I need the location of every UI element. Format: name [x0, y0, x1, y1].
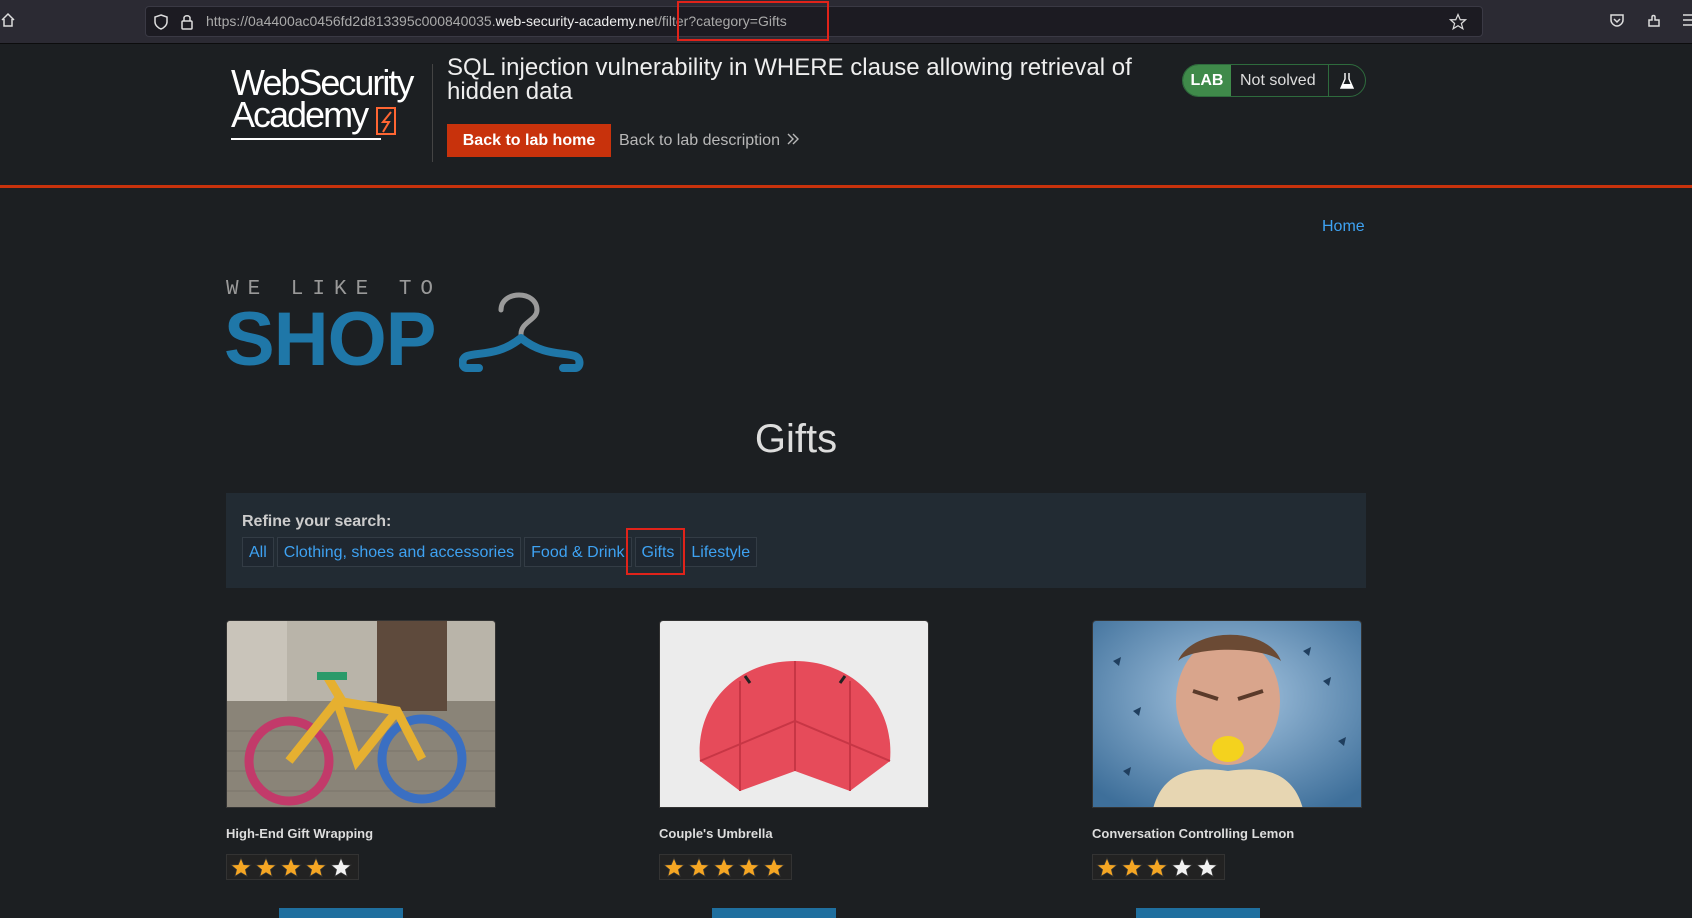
star-filled-icon [713, 857, 735, 877]
product-image-umbrella[interactable] [659, 620, 929, 808]
view-details-button[interactable] [279, 908, 403, 918]
header-divider [432, 64, 433, 162]
product-card: Conversation Controlling Lemon [1092, 620, 1362, 918]
menu-icon[interactable] [1683, 12, 1692, 33]
star-filled-icon [305, 857, 327, 877]
web-security-academy-logo[interactable]: WebSecurity Academy [227, 62, 427, 142]
url-highlight-box [677, 1, 829, 41]
filter-lifestyle[interactable]: Lifestyle [684, 537, 758, 567]
back-to-lab-description-label: Back to lab description [619, 132, 780, 149]
logo-line-2: Academy [231, 94, 369, 135]
back-to-lab-home-button[interactable]: Back to lab home [447, 124, 611, 157]
back-to-lab-description-link[interactable]: Back to lab description [619, 132, 800, 150]
product-rating [226, 854, 359, 880]
chevron-double-right-icon [786, 132, 800, 150]
flask-icon [1329, 65, 1365, 96]
product-card: Couple's Umbrella [659, 620, 929, 918]
lab-title: SQL injection vulnerability in WHERE cla… [447, 54, 1132, 105]
filter-clothing[interactable]: Clothing, shoes and accessories [276, 537, 522, 567]
star-filled-icon [738, 857, 760, 877]
nav-home-link[interactable]: Home [1322, 218, 1365, 236]
view-details-button[interactable] [1136, 908, 1260, 918]
lab-badge-label: LAB [1183, 65, 1231, 96]
product-name: Conversation Controlling Lemon [1092, 826, 1295, 841]
gifts-highlight-box [626, 528, 685, 575]
star-filled-icon [688, 857, 710, 877]
filter-all[interactable]: All [242, 537, 274, 567]
star-filled-icon [1146, 857, 1168, 877]
star-filled-icon [763, 857, 785, 877]
star-filled-icon [255, 857, 277, 877]
lightning-icon [376, 107, 396, 135]
extensions-icon[interactable] [1646, 12, 1662, 33]
product-image-bicycle[interactable] [226, 620, 496, 808]
star-empty-icon [1196, 857, 1218, 877]
product-image-lemon[interactable] [1092, 620, 1362, 808]
star-filled-icon [230, 857, 252, 877]
star-empty-icon [1171, 857, 1193, 877]
product-name: Couple's Umbrella [659, 826, 773, 841]
lock-icon[interactable] [180, 14, 194, 35]
star-filled-icon [280, 857, 302, 877]
lab-header: WebSecurity Academy SQL injection vulner… [0, 44, 1692, 188]
product-card: High-End Gift Wrapping [226, 620, 496, 918]
url-domain: web-security-academy.ne [495, 13, 655, 29]
lab-status-text: Not solved [1231, 65, 1329, 96]
category-heading: Gifts [754, 417, 838, 461]
url-prefix: https://0a4400ac0456fd2d813395c000840035… [206, 13, 496, 29]
filter-label: Refine your search: [242, 513, 392, 530]
filter-food-drink[interactable]: Food & Drink [524, 537, 632, 567]
shield-icon[interactable] [153, 14, 169, 35]
browser-toolbar: https://0a4400ac0456fd2d813395c000840035… [0, 0, 1692, 44]
lab-status-badge: LAB Not solved [1182, 64, 1366, 97]
logo-underline [231, 138, 381, 140]
star-filled-icon [1096, 857, 1118, 877]
product-rating [659, 854, 792, 880]
shop-logo[interactable]: WE LIKE TO SHOP [224, 274, 584, 382]
shop-logo-word: SHOP [224, 297, 436, 382]
star-filled-icon [663, 857, 685, 877]
pocket-icon[interactable] [1609, 12, 1625, 33]
star-filled-icon [1121, 857, 1143, 877]
product-name: High-End Gift Wrapping [226, 826, 374, 841]
view-details-button[interactable] [712, 908, 836, 918]
filter-panel: Refine your search: All Clothing, shoes … [226, 493, 1366, 588]
star-empty-icon [330, 857, 352, 877]
coat-hanger-icon [459, 292, 584, 372]
product-rating [1092, 854, 1225, 880]
home-icon[interactable] [0, 12, 18, 30]
bookmark-star-icon[interactable] [1448, 12, 1471, 33]
